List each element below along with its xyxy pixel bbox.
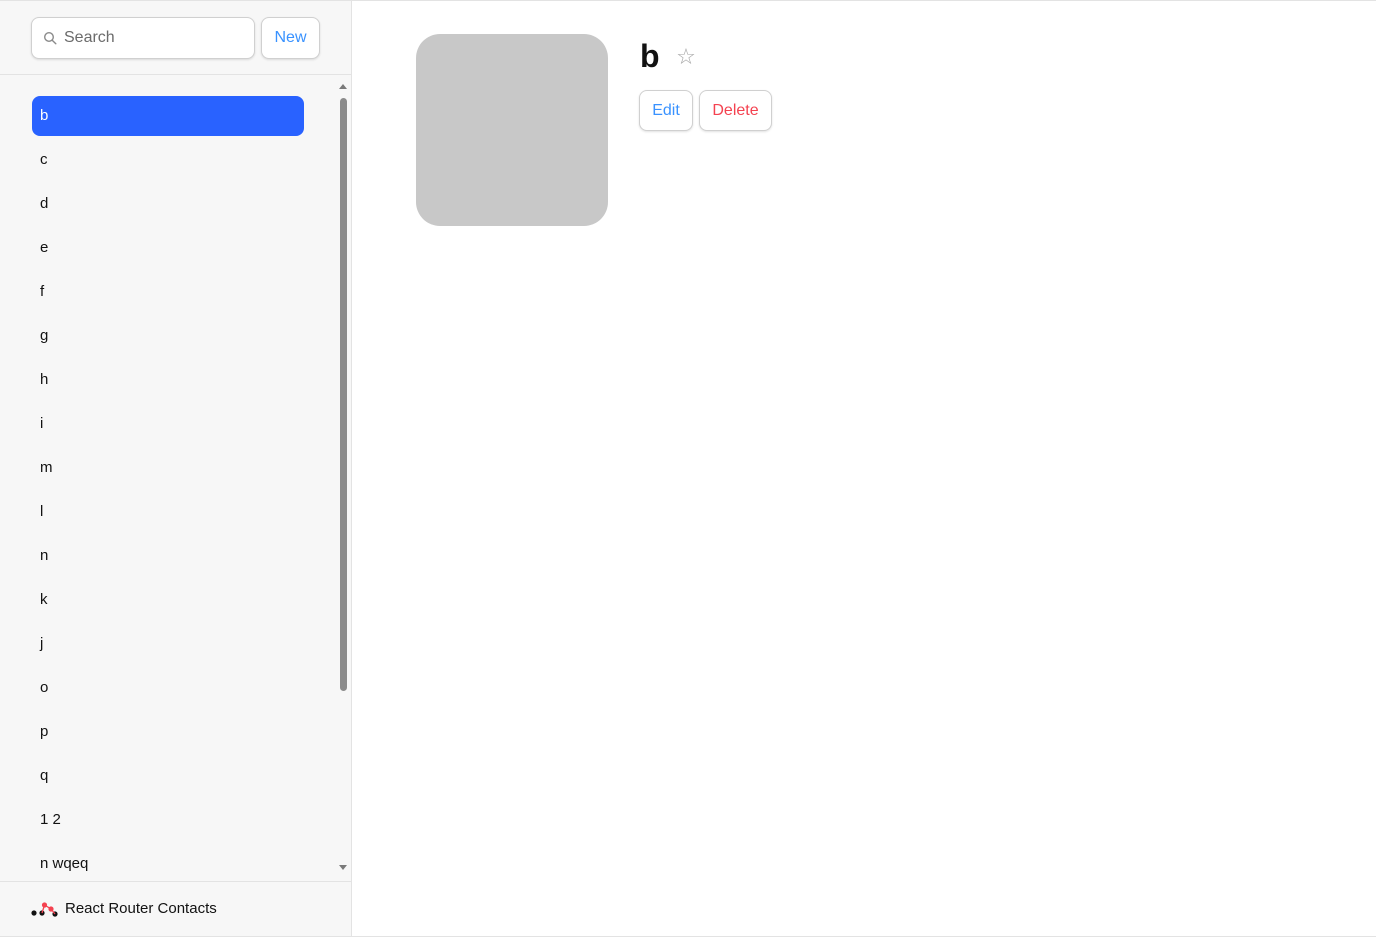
contact-item-o[interactable]: o <box>32 668 304 708</box>
contact-item-b[interactable]: b <box>32 96 304 136</box>
search-box[interactable] <box>31 17 255 59</box>
contact-item-g[interactable]: g <box>32 316 304 356</box>
contact-item-n-wqeq[interactable]: n wqeq <box>32 844 304 880</box>
contact-item-j[interactable]: j <box>32 624 304 664</box>
sidebar: New b c d e f g h i m l n k j o p q 1 2 … <box>0 1 352 936</box>
contact-item-m[interactable]: m <box>32 448 304 488</box>
contact-item-1-2[interactable]: 1 2 <box>32 800 304 840</box>
edit-button[interactable]: Edit <box>639 90 693 131</box>
contact-item-q[interactable]: q <box>32 756 304 796</box>
contact-item-n[interactable]: n <box>32 536 304 576</box>
search-icon <box>43 31 57 45</box>
contact-item-p[interactable]: p <box>32 712 304 752</box>
new-contact-button[interactable]: New <box>261 17 320 59</box>
contact-item-e[interactable]: e <box>32 228 304 268</box>
contact-avatar <box>416 34 608 226</box>
sidebar-footer: React Router Contacts <box>0 881 351 936</box>
sidebar-scrollbar[interactable] <box>336 80 350 876</box>
app-window: New b c d e f g h i m l n k j o p q 1 2 … <box>0 0 1376 937</box>
contact-name: b <box>640 38 660 74</box>
favorite-star-icon[interactable]: ☆ <box>674 46 698 70</box>
delete-button[interactable]: Delete <box>699 90 772 131</box>
scroll-up-arrow-icon[interactable] <box>339 84 347 89</box>
scroll-down-arrow-icon[interactable] <box>339 865 347 870</box>
contact-item-k[interactable]: k <box>32 580 304 620</box>
contact-item-c[interactable]: c <box>32 140 304 180</box>
search-input[interactable] <box>64 18 250 58</box>
app-title: React Router Contacts <box>65 900 217 917</box>
contact-item-d[interactable]: d <box>32 184 304 224</box>
contact-detail: b ☆ Edit Delete <box>352 1 1376 936</box>
contact-item-f[interactable]: f <box>32 272 304 312</box>
react-router-logo-icon <box>31 902 58 917</box>
scroll-thumb[interactable] <box>340 98 347 691</box>
contacts-nav-list: b c d e f g h i m l n k j o p q 1 2 n wq… <box>0 76 336 880</box>
contact-item-l[interactable]: l <box>32 492 304 532</box>
contact-item-i[interactable]: i <box>32 404 304 444</box>
sidebar-header: New <box>0 1 351 75</box>
contact-item-h[interactable]: h <box>32 360 304 400</box>
